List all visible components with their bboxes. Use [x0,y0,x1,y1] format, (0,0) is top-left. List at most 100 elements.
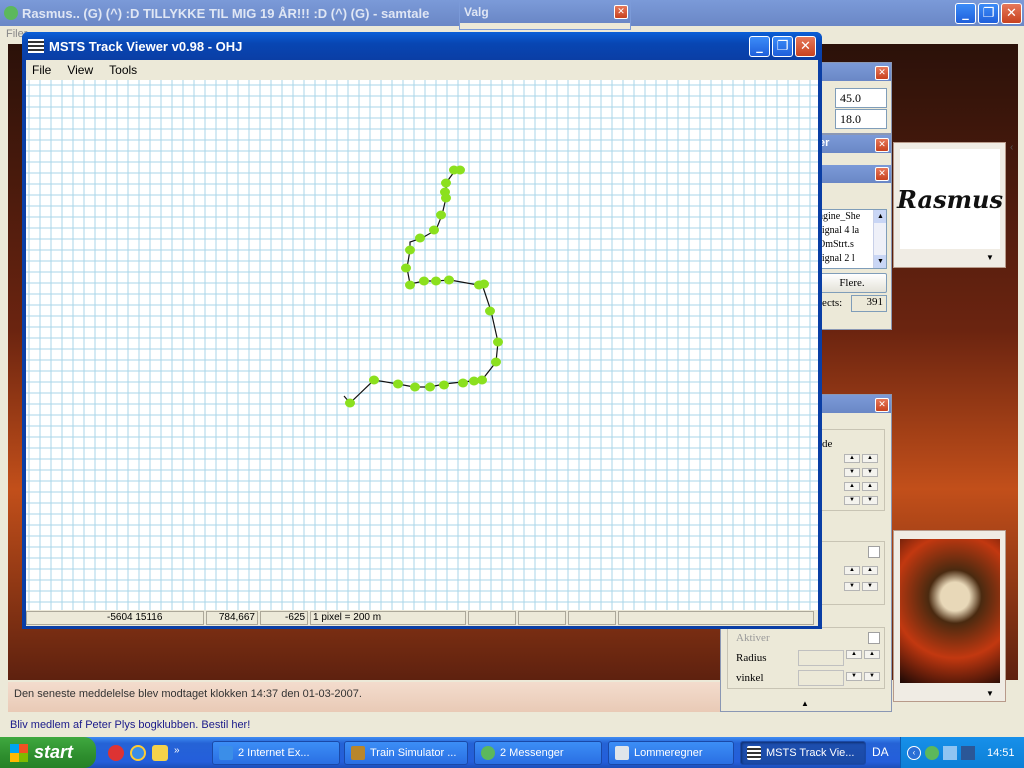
status-coords: -5604 15116 [26,611,204,625]
track-viewer-window-controls: _ ❐ ✕ [749,36,816,57]
track-node[interactable] [431,276,441,286]
track-node[interactable] [345,398,355,408]
internet-explorer-icon[interactable] [130,745,146,761]
close-icon[interactable]: ✕ [875,167,889,181]
valg-titlebar[interactable]: Valg [460,1,630,23]
task-messenger[interactable]: 2 Messenger [474,741,602,765]
spin-up-icon[interactable]: ▲ [864,650,880,659]
value2-field[interactable]: 18.0 [835,109,887,129]
spin-up-icon[interactable]: ▲ [844,454,860,463]
task-msts-track-viewer[interactable]: MSTS Track Vie... [740,741,866,765]
track-node[interactable] [419,276,429,286]
scroll-arrow-icon[interactable]: ‹ [1010,142,1024,166]
track-node[interactable] [458,378,468,388]
track-node[interactable] [415,233,425,243]
network-icon[interactable] [943,745,957,760]
track-node[interactable] [485,306,495,316]
track-node[interactable] [493,337,503,347]
spin-down-icon[interactable]: ▼ [844,468,860,477]
collapse-icon[interactable]: ▲ [801,699,809,708]
status-empty-1 [468,611,516,625]
track-viewer-titlebar[interactable]: MSTS Track Viewer v0.98 - OHJ [22,32,822,60]
map-canvas[interactable] [26,80,818,610]
menu-view[interactable]: View [59,63,101,77]
track-node[interactable] [436,210,446,220]
track-node[interactable] [469,376,479,386]
spin-down-icon[interactable]: ▼ [844,496,860,505]
track-node[interactable] [410,382,420,392]
chevron-down-icon[interactable]: ▼ [986,253,994,262]
track-node[interactable] [369,375,379,385]
track-node[interactable] [405,280,415,290]
radius-field[interactable] [798,650,844,666]
spin-up-icon[interactable]: ▲ [844,482,860,491]
scroll-down-icon[interactable]: ▼ [874,255,886,268]
menu-file[interactable]: File [26,63,59,77]
spin-down-icon[interactable]: ▼ [862,468,878,477]
track-node[interactable] [429,225,439,235]
task-calculator[interactable]: Lommeregner [608,741,734,765]
status-empty-4 [618,611,814,625]
track-node[interactable] [401,263,411,273]
tool-checkbox[interactable] [868,546,880,558]
track-node[interactable] [491,357,501,367]
track-node[interactable] [449,165,459,175]
spin-up-icon[interactable]: ▲ [862,566,878,575]
spin-down-icon[interactable]: ▼ [862,496,878,505]
word-icon[interactable] [961,745,975,760]
spin-down-icon[interactable]: ▼ [864,672,880,681]
task-label: Train Simulator ... [370,747,457,759]
close-icon[interactable]: ✕ [875,66,889,80]
start-button[interactable]: start [0,737,96,768]
track-node[interactable] [439,380,449,390]
clock-icon[interactable] [152,745,168,761]
spin-down-icon[interactable]: ▼ [844,582,860,591]
chevron-more-icon[interactable]: » [174,745,180,761]
track-node[interactable] [444,275,454,285]
scroll-up-icon[interactable]: ▲ [874,210,886,223]
close-icon[interactable]: ✕ [875,398,889,412]
minimize-button[interactable]: _ [749,36,770,57]
clock-text[interactable]: 14:51 [987,747,1015,759]
objects-label: jects: [819,297,843,309]
track-node[interactable] [425,382,435,392]
menu-tools[interactable]: Tools [101,63,145,77]
messenger-tray-icon[interactable] [925,745,939,760]
language-text: DA [872,745,889,759]
maximize-button[interactable]: ❐ [978,3,999,24]
minimize-button[interactable]: _ [955,3,976,24]
language-indicator[interactable]: DA [872,745,889,759]
tray-expand-icon[interactable]: ‹ [907,745,921,760]
contact-picture-frame[interactable]: ▼ [893,530,1006,702]
track-node[interactable] [405,245,415,255]
track-node[interactable] [441,178,451,188]
spin-up-icon[interactable]: ▲ [862,482,878,491]
track-node[interactable] [393,379,403,389]
spin-down-icon[interactable]: ▼ [862,582,878,591]
close-button[interactable]: ✕ [1001,3,1022,24]
angle-field[interactable] [798,670,844,686]
close-icon[interactable]: ✕ [614,5,628,19]
spin-up-icon[interactable]: ▲ [846,650,862,659]
task-train-simulator[interactable]: Train Simulator ... [344,741,468,765]
objects-list[interactable]: ngine_She signal 4 la OmStrt.s signal 2 … [817,209,887,269]
value1-field[interactable]: 45.0 [835,88,887,108]
ad-banner[interactable]: Bliv medlem af Peter Plys bogklubben. Be… [0,716,1024,737]
ad-text[interactable]: Bliv medlem af Peter Plys bogklubben. Be… [10,719,250,731]
activate-checkbox[interactable] [868,632,880,644]
close-icon[interactable]: ✕ [875,138,889,152]
quick-launch-app-icon[interactable] [108,745,124,761]
spin-up-icon[interactable]: ▲ [862,454,878,463]
spin-up-icon[interactable]: ▲ [844,566,860,575]
task-internet-explorer[interactable]: 2 Internet Ex... [212,741,340,765]
spin-down-icon[interactable]: ▼ [846,672,862,681]
display-picture-frame[interactable]: Rasmus ▼ [893,142,1006,268]
close-button[interactable]: ✕ [795,36,816,57]
maximize-button[interactable]: ❐ [772,36,793,57]
track-node[interactable] [479,279,489,289]
track-map[interactable] [26,80,818,610]
list-scrollbar[interactable]: ▲ ▼ [873,210,886,268]
more-button[interactable]: Flere. [817,273,887,293]
chevron-down-icon[interactable]: ▼ [986,689,994,698]
track-node[interactable] [441,193,451,203]
